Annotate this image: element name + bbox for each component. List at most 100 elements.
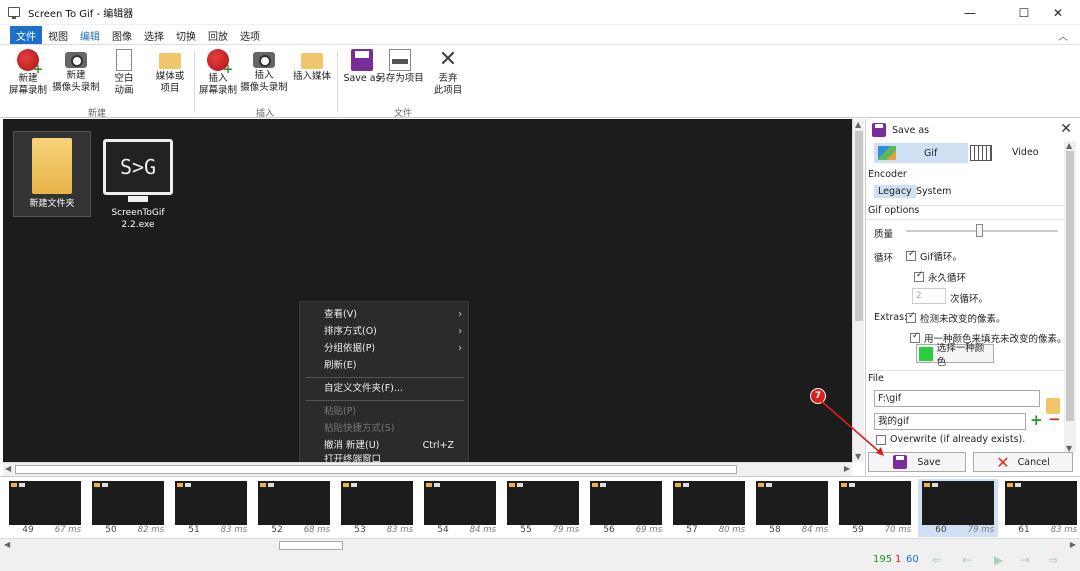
tab-edit[interactable]: 编辑 — [74, 26, 106, 44]
frame-delay: 67 ms — [54, 525, 81, 535]
path-field[interactable]: F:\gif — [874, 390, 1040, 407]
ctx-separator — [306, 377, 464, 378]
scroll-left-icon[interactable]: ◀ — [4, 540, 10, 549]
frame-delay: 83 ms — [220, 525, 247, 535]
cancel-x-icon: ✕ — [996, 452, 1010, 472]
frame-preview — [175, 481, 247, 525]
frame-thumbnail[interactable]: 54 84 ms — [420, 479, 500, 537]
canvas-horizontal-scrollbar[interactable]: ◀ ▶ — [3, 462, 852, 476]
overwrite-checkbox[interactable]: Overwrite (if already exists). — [876, 434, 1025, 445]
quality-slider[interactable] — [906, 224, 1058, 237]
selected-frames-count: 1 — [895, 554, 902, 565]
checkbox-icon — [906, 311, 916, 323]
frame-thumbnail[interactable]: 58 84 ms — [752, 479, 832, 537]
frame-number: 51 — [188, 525, 200, 535]
scroll-right-icon[interactable]: ▶ — [1070, 540, 1076, 549]
detect-unchanged-checkbox[interactable]: 检测未改变的像素。 — [906, 311, 1006, 325]
frame-thumbnail[interactable]: 61 83 ms — [1001, 479, 1080, 537]
scrollbar-thumb[interactable] — [855, 131, 863, 321]
slider-knob[interactable] — [976, 224, 983, 237]
cancel-button[interactable]: ✕ Cancel — [973, 452, 1073, 472]
last-frame-icon[interactable]: ⇒ — [1048, 553, 1058, 567]
panel-vertical-scrollbar[interactable]: ▲ ▼ — [1064, 141, 1076, 453]
gif-options-label: Gif options — [868, 205, 920, 216]
format-video-button[interactable]: Video — [1012, 147, 1039, 158]
tab-view[interactable]: 视图 — [42, 26, 74, 44]
checkbox-icon — [906, 249, 916, 261]
encoder-legacy-option[interactable]: Legacy — [874, 185, 916, 198]
next-frame-icon[interactable]: → — [1020, 553, 1030, 567]
blank-anim-label: 空白 动画 — [114, 73, 134, 96]
ctx-undo: 撤消 新建(U) Ctrl+Z — [324, 440, 454, 451]
quality-label: 质量 — [874, 229, 894, 240]
insert-screen-label: 插入 屏幕录制 — [198, 73, 237, 96]
tab-file[interactable]: 文件 — [10, 26, 42, 44]
scroll-up-icon[interactable]: ▲ — [1066, 141, 1072, 150]
checkbox-icon — [914, 270, 924, 282]
media-or-project-button[interactable]: 媒体或 项目 — [146, 49, 194, 95]
tab-transition[interactable]: 切换 — [170, 26, 202, 44]
frame-delay: 70 ms — [884, 525, 911, 535]
tab-image[interactable]: 图像 — [106, 26, 138, 44]
gif-loop-checkbox[interactable]: Gif循环。 — [906, 249, 962, 263]
insert-screen-recording-button[interactable]: 插入 屏幕录制 — [194, 49, 242, 97]
filename-field[interactable]: 我的gif — [874, 413, 1026, 430]
forever-loop-checkbox[interactable]: 永久循环 — [914, 270, 966, 284]
close-button[interactable]: ✕ — [1036, 0, 1080, 25]
minimize-button[interactable]: — — [948, 0, 992, 25]
first-frame-icon[interactable]: ⇐ — [932, 553, 942, 567]
frame-thumbnail[interactable]: 52 68 ms — [254, 479, 334, 537]
insert-media-button[interactable]: 插入媒体 — [288, 49, 336, 83]
tab-playback[interactable]: 回放 — [202, 26, 234, 44]
frame-preview — [424, 481, 496, 525]
previous-frame-icon[interactable]: ← — [962, 553, 972, 567]
tab-options[interactable]: 选项 — [234, 26, 266, 44]
ctx-group: 分组依据(P) › — [324, 343, 462, 354]
panel-header: Save as — [872, 123, 929, 137]
encoder-system-option[interactable]: System — [916, 186, 951, 197]
remove-icon[interactable]: − — [1048, 410, 1061, 428]
collapse-ribbon-icon[interactable]: ︿ — [1058, 28, 1068, 43]
window-title: Screen To Gif - 编辑器 — [28, 8, 134, 20]
annotation-arrow-icon — [819, 399, 884, 456]
save-as-project-button[interactable]: 另存为项目 — [376, 49, 424, 85]
frame-thumbnail[interactable]: 51 83 ms — [171, 479, 251, 537]
blank-animation-button[interactable]: 空白 动画 — [100, 49, 148, 97]
scrollbar-thumb[interactable] — [279, 541, 343, 550]
frame-thumbnail[interactable]: 50 82 ms — [88, 479, 168, 537]
scrollbar-thumb[interactable] — [15, 465, 737, 474]
new-screen-recording-button[interactable]: 新建 屏幕录制 — [4, 49, 52, 97]
scroll-right-icon[interactable]: ▶ — [844, 464, 850, 473]
add-icon[interactable]: + — [1030, 411, 1043, 429]
frame-thumbnail[interactable]: 53 83 ms — [337, 479, 417, 537]
frame-number: 57 — [686, 525, 698, 535]
desktop-folder-icon: 新建文件夹 — [13, 131, 91, 217]
loop-label: 循环 — [874, 253, 894, 264]
frame-thumbnail[interactable]: 60 79 ms — [918, 479, 998, 537]
scrollbar-thumb[interactable] — [1066, 151, 1074, 421]
scroll-up-icon[interactable]: ▲ — [855, 120, 861, 129]
new-webcam-recording-button[interactable]: 新建 摄像头录制 — [52, 49, 100, 94]
format-gif-button[interactable]: Gif — [874, 143, 968, 163]
frame-preview — [922, 481, 994, 525]
insert-webcam-recording-button[interactable]: 插入 摄像头录制 — [240, 49, 288, 94]
frame-thumbnail[interactable]: 57 80 ms — [669, 479, 749, 537]
choose-color-button[interactable]: 选择一种颜色 — [916, 343, 994, 368]
discard-project-button[interactable]: ✕ 丢弃 此项目 — [424, 49, 472, 97]
film-strip-icon[interactable] — [970, 145, 992, 161]
scroll-left-icon[interactable]: ◀ — [5, 464, 11, 473]
frame-thumbnail[interactable]: 56 69 ms — [586, 479, 666, 537]
insert-media-label: 插入媒体 — [292, 71, 331, 82]
filmstrip-scrollbar[interactable]: ◀ ▶ — [0, 538, 1080, 551]
frame-canvas[interactable]: 新建文件夹 S>G ScreenToGif 2.2.exe 查看(V) › 排序方… — [3, 119, 852, 462]
stg-label: ScreenToGif 2.2.exe — [111, 208, 165, 230]
play-icon[interactable]: ▶ — [994, 553, 1003, 567]
save-as-panel: Save as ✕ Gif Video Encoder Legacy Syste… — [865, 119, 1080, 476]
frame-thumbnail[interactable]: 59 70 ms — [835, 479, 915, 537]
frame-thumbnail[interactable]: 55 79 ms — [503, 479, 583, 537]
tab-select[interactable]: 选择 — [138, 26, 170, 44]
group-insert-label: 插入 — [256, 109, 275, 119]
frame-thumbnail[interactable]: 49 67 ms — [5, 479, 85, 537]
panel-close-icon[interactable]: ✕ — [1060, 121, 1072, 137]
loop-count-field[interactable]: 2 — [912, 288, 946, 304]
